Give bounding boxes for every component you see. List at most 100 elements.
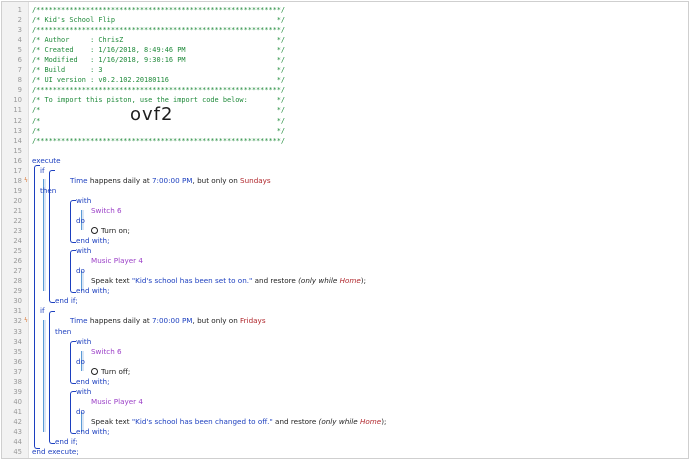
line-number: 35 xyxy=(13,347,22,356)
code-line: 32 ϟ Time happens daily at 7:00:00 PM, but… xyxy=(2,316,688,326)
condition-text: happens daily at xyxy=(87,316,152,326)
line-number: 38 xyxy=(13,377,22,386)
code-line: 25 with xyxy=(2,246,688,256)
execute-keyword[interactable]: execute xyxy=(32,156,61,166)
comment-line: /* Created : 1/16/2018, 8:49:46 PM */ xyxy=(32,46,286,55)
restriction-text: (only while xyxy=(298,276,340,286)
line-number: 10 xyxy=(13,96,22,105)
action-statement[interactable]: Turn on; xyxy=(91,226,130,236)
end-with-keyword[interactable]: end with; xyxy=(76,377,110,387)
do-keyword[interactable]: do xyxy=(76,266,85,276)
action-text: Speak text xyxy=(91,416,132,426)
then-keyword[interactable]: then xyxy=(40,186,56,196)
line-number: 7 xyxy=(17,66,22,75)
code-line: 39 with xyxy=(2,387,688,397)
line-number: 17 xyxy=(13,166,22,175)
piston-code-editor: 1 /**************************************… xyxy=(1,1,689,459)
code-line: 20 with xyxy=(2,196,688,206)
restriction-mode: Home xyxy=(339,276,361,286)
comment-line: /***************************************… xyxy=(32,86,286,95)
line-number: 40 xyxy=(13,397,22,406)
with-keyword[interactable]: with xyxy=(76,387,91,397)
if-keyword[interactable]: if xyxy=(40,166,45,176)
line-number: 33 xyxy=(13,327,22,336)
if-keyword[interactable]: if xyxy=(40,306,45,316)
device-name[interactable]: Music Player 4 xyxy=(91,256,143,266)
line-number: 36 xyxy=(13,357,22,366)
line-number: 26 xyxy=(13,257,22,266)
code-line: 26 Music Player 4 xyxy=(2,256,688,266)
end-if-keyword[interactable]: end if; xyxy=(55,437,78,447)
comment-line: /***************************************… xyxy=(32,136,286,145)
line-number: 32 xyxy=(13,317,22,326)
end-with-keyword[interactable]: end with; xyxy=(76,286,110,296)
do-keyword[interactable]: do xyxy=(76,357,85,367)
do-keyword[interactable]: do xyxy=(76,216,85,226)
line-number: 22 xyxy=(13,216,22,225)
comment-line: /***************************************… xyxy=(32,26,286,35)
code-line: 14 /*************************************… xyxy=(2,136,688,146)
action-statement[interactable]: Speak text "Kid's school has been set to… xyxy=(91,276,366,286)
code-line: 35 Switch 6 xyxy=(2,347,688,357)
line-number: 3 xyxy=(17,26,22,35)
line-number: 30 xyxy=(13,297,22,306)
power-icon xyxy=(91,227,98,235)
code-line: 28 Speak text "Kid's school has been set … xyxy=(2,276,688,286)
with-keyword[interactable]: with xyxy=(76,196,91,206)
line-number: 9 xyxy=(17,86,22,95)
do-keyword[interactable]: do xyxy=(76,407,85,417)
restriction-marker-icon: ϟ xyxy=(24,176,28,184)
line-number: 6 xyxy=(17,56,22,65)
action-statement[interactable]: Turn off; xyxy=(91,367,130,377)
line-number: 16 xyxy=(13,156,22,165)
action-text: and restore xyxy=(252,276,299,286)
line-number: 34 xyxy=(13,337,22,346)
action-text: Turn off; xyxy=(101,366,131,376)
end-with-keyword[interactable]: end with; xyxy=(76,427,110,437)
code-line: 34 with xyxy=(2,337,688,347)
code-line: 37 Turn off; xyxy=(2,367,688,377)
line-number: 37 xyxy=(13,367,22,376)
code-line: 12/* */ovf2 xyxy=(2,105,688,126)
code-line: 6 /* Modified : 1/16/2018, 9:30:16 PM */ xyxy=(2,55,688,65)
comment-line: /* Modified : 1/16/2018, 9:30:16 PM */ xyxy=(32,56,286,65)
condition-text: , but only on xyxy=(192,175,241,185)
code-line: 23 Turn on; xyxy=(2,226,688,236)
line-number: 31 xyxy=(13,307,22,316)
code-line: 31 if xyxy=(2,306,688,316)
code-line: 8 /* UI version : v0.2.102.20180116 */ xyxy=(2,75,688,85)
action-text: ); xyxy=(381,416,387,426)
line-number: 44 xyxy=(13,438,22,447)
code-line: 45 end execute; xyxy=(2,447,688,457)
then-keyword[interactable]: then xyxy=(55,327,71,337)
condition-statement[interactable]: Time happens daily at 7:00:00 PM, but on… xyxy=(70,316,266,326)
line-number: 27 xyxy=(13,267,22,276)
line-number: 8 xyxy=(17,76,22,85)
restriction-text: (only while xyxy=(318,416,360,426)
comment-line: /* Kid's School Flip */ xyxy=(32,16,286,25)
line-number: 5 xyxy=(17,46,22,55)
line-number: 43 xyxy=(13,427,22,436)
condition-subject: Time xyxy=(70,316,88,326)
line-number: 39 xyxy=(13,387,22,396)
end-with-keyword[interactable]: end with; xyxy=(76,236,110,246)
line-number: 23 xyxy=(13,227,22,236)
line-number: 28 xyxy=(13,277,22,286)
end-if-keyword[interactable]: end if; xyxy=(55,296,78,306)
condition-time: 7:00:00 PM xyxy=(151,316,193,326)
code-line: 29 end with; xyxy=(2,286,688,296)
device-name[interactable]: Switch 6 xyxy=(91,347,122,357)
code-line: 11/* */ xyxy=(2,105,688,115)
line-number: 24 xyxy=(13,237,22,246)
comment-line: /* Author : ChrisZ */ xyxy=(32,36,286,45)
with-keyword[interactable]: with xyxy=(76,337,91,347)
action-statement[interactable]: Speak text "Kid's school has been change… xyxy=(91,417,386,427)
with-keyword[interactable]: with xyxy=(76,246,91,256)
comment-line: /* Build : 3 */ xyxy=(32,66,286,75)
end-execute-keyword[interactable]: end execute; xyxy=(32,447,79,457)
device-name[interactable]: Switch 6 xyxy=(91,206,122,216)
code-line: 42 Speak text "Kid's school has been chan… xyxy=(2,417,688,427)
condition-statement[interactable]: Time happens daily at 7:00:00 PM, but on… xyxy=(70,176,271,186)
device-name[interactable]: Music Player 4 xyxy=(91,397,143,407)
line-number: 45 xyxy=(13,448,22,457)
